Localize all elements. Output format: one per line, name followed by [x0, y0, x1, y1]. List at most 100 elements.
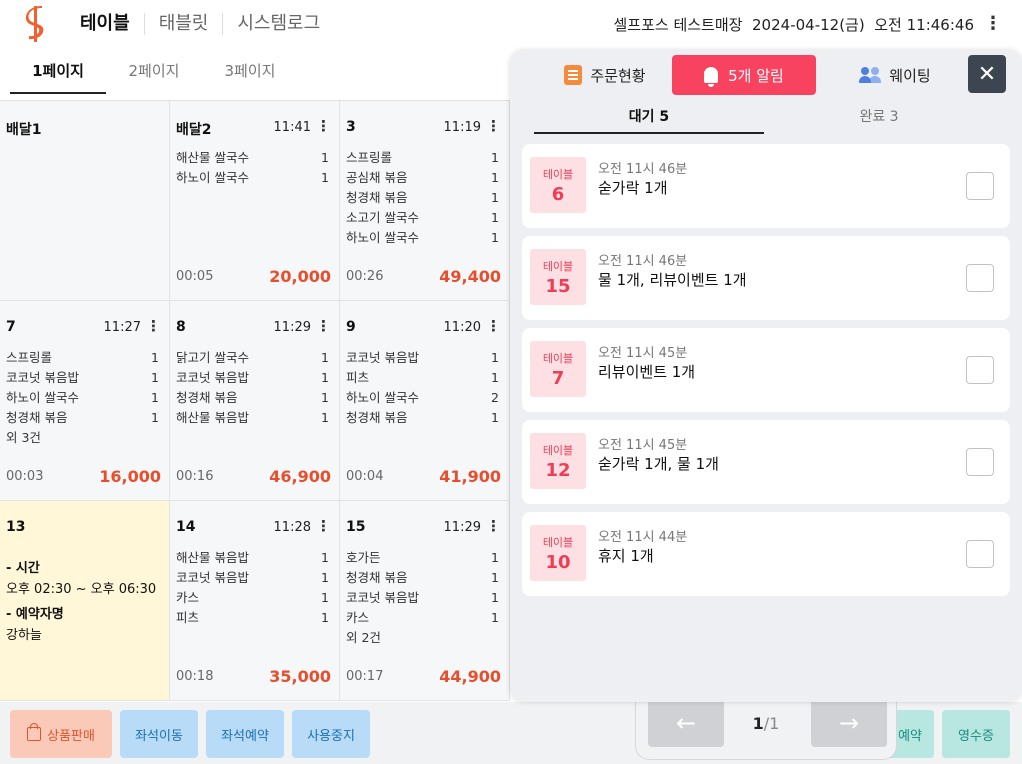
close-panel-button[interactable]: ✕ — [968, 55, 1006, 93]
table-cell[interactable]: 15 11:29 ⋮ 호가든 1 청경채 볶음 1 코코넛 볶음밥 1 카스 1 외 2… — [340, 501, 510, 701]
complete-checkbox[interactable] — [966, 448, 994, 476]
order-items: 스프링롤 1 코코넛 볶음밥 1 하노이 쌀국수 1 청경채 볶음 1 외 3건 — [6, 348, 159, 448]
more-vertical-icon[interactable]: ⋮ — [486, 517, 501, 535]
list-item: 피츠 1 — [176, 610, 329, 625]
alert-list: 테이블 6 오전 11시 46분 숟가락 1개 테이블 15 오전 11시 46… — [522, 144, 1010, 604]
list-item: 호가든 1 — [346, 550, 499, 565]
elapsed-time: 00:26 — [346, 269, 384, 284]
alert-request: 물 1개, 리뷰이벤트 1개 — [598, 271, 747, 289]
disable-seat-button[interactable]: 사용중지 — [292, 710, 370, 758]
order-total: 49,400 — [439, 267, 501, 286]
table-cell[interactable]: 배달2 11:41 ⋮ 해산물 쌀국수 1 하노이 쌀국수 1 00:05 20,0… — [170, 101, 340, 301]
table-cell-reserved[interactable]: 13 - 시간 오후 02:30 ~ 오후 06:30 - 예약자명 강하늘 — [0, 501, 170, 701]
more-vertical-icon[interactable]: ⋮ — [486, 117, 501, 135]
arrow-right-icon: → — [838, 709, 860, 737]
list-item: 소고기 쌀국수 1 — [346, 210, 499, 225]
alert-item[interactable]: 테이블 15 오전 11시 46분 물 1개, 리뷰이벤트 1개 — [522, 236, 1010, 320]
nav-system-log[interactable]: 시스템로그 — [223, 12, 334, 36]
table-badge: 테이블 6 — [530, 157, 586, 213]
order-total: 44,900 — [439, 667, 501, 686]
list-item: 청경채 볶음 1 — [346, 570, 499, 585]
list-item: 청경채 볶음 1 — [6, 410, 159, 425]
list-item: 하노이 쌀국수 1 — [346, 230, 499, 245]
tab-waiting[interactable]: 웨이팅 — [830, 55, 960, 95]
alert-item[interactable]: 테이블 12 오전 11시 45분 숟가락 1개, 물 1개 — [522, 420, 1010, 504]
table-cell[interactable]: 3 11:19 ⋮ 스프링롤 1 공심채 볶음 1 청경채 볶음 1 소고기 쌀국수 1… — [340, 101, 510, 301]
list-item: 코코넛 볶음밥 1 — [346, 350, 499, 365]
clipboard-icon — [564, 65, 583, 85]
users-icon — [859, 67, 881, 83]
alert-request: 휴지 1개 — [598, 547, 654, 565]
move-seat-button[interactable]: 좌석이동 — [120, 710, 198, 758]
elapsed-time: 00:03 — [6, 469, 44, 484]
reservation-time-label: - 시간 — [6, 561, 40, 576]
order-time: 11:19 — [443, 120, 481, 135]
table-cell[interactable]: 배달1 — [0, 101, 170, 301]
list-item: 카스 1 — [176, 590, 329, 605]
nav-tablets[interactable]: 태블릿 — [145, 12, 223, 36]
next-page-button[interactable]: → — [811, 699, 887, 747]
table-badge: 테이블 7 — [530, 341, 586, 397]
tab-page-3[interactable]: 3페이지 — [202, 50, 298, 94]
more-vertical-icon[interactable]: ⋮ — [486, 317, 501, 335]
nav-tables[interactable]: 테이블 — [80, 12, 144, 36]
more-vertical-icon[interactable]: ⋮ — [146, 317, 161, 335]
complete-checkbox[interactable] — [966, 356, 994, 384]
selfpos-logo-icon — [25, 6, 44, 42]
complete-checkbox[interactable] — [966, 172, 994, 200]
close-icon: ✕ — [977, 61, 997, 87]
more-vertical-icon[interactable]: ⋮ — [984, 12, 1002, 36]
complete-checkbox[interactable] — [966, 540, 994, 568]
alert-time: 오전 11시 46분 — [598, 254, 688, 269]
table-cell[interactable]: 8 11:29 ⋮ 닭고기 쌀국수 1 코코넛 볶음밥 1 청경채 볶음 1 해산물 … — [170, 301, 340, 501]
reservation-name: 강하늘 — [6, 628, 42, 643]
tab-completed[interactable]: 완료 3 — [764, 106, 994, 134]
table-badge: 테이블 10 — [530, 525, 586, 581]
alert-item[interactable]: 테이블 10 오전 11시 44분 휴지 1개 — [522, 512, 1010, 596]
elapsed-time: 00:05 — [176, 269, 214, 284]
order-total: 41,900 — [439, 467, 501, 486]
tab-pending[interactable]: 대기 5 — [534, 106, 764, 134]
tab-alerts[interactable]: 5개 알림 — [672, 55, 816, 95]
tab-order-status[interactable]: 주문현황 — [540, 55, 670, 95]
table-badge: 테이블 15 — [530, 249, 586, 305]
more-vertical-icon[interactable]: ⋮ — [316, 317, 331, 335]
complete-checkbox[interactable] — [966, 264, 994, 292]
bell-icon — [704, 67, 719, 87]
tab-page-2[interactable]: 2페이지 — [106, 50, 202, 94]
sell-product-button[interactable]: 상품판매 — [10, 710, 112, 758]
table-cell[interactable]: 14 11:28 ⋮ 해산물 볶음밥 1 코코넛 볶음밥 1 카스 1 피츠 1 00:… — [170, 501, 340, 701]
receipt-button[interactable]: 영수증 — [942, 710, 1010, 758]
elapsed-time: 00:18 — [176, 669, 214, 684]
store-datetime: 셀프포스 테스트매장 2024-04-12(금) 오전 11:46:46 — [613, 14, 974, 35]
order-total: 20,000 — [269, 267, 331, 286]
table-name: 15 — [346, 519, 366, 535]
elapsed-time: 00:16 — [176, 469, 214, 484]
tab-page-1[interactable]: 1페이지 — [10, 50, 106, 94]
list-item: 카스 1 — [346, 610, 499, 625]
order-time: 11:27 — [103, 320, 141, 335]
list-item: 닭고기 쌀국수 1 — [176, 350, 329, 365]
list-item: 하노이 쌀국수 1 — [176, 170, 329, 185]
list-item: 청경채 볶음 1 — [176, 390, 329, 405]
order-time: 11:28 — [273, 520, 311, 535]
table-cell[interactable]: 9 11:20 ⋮ 코코넛 볶음밥 1 피츠 1 하노이 쌀국수 2 청경채 볶음 1 … — [340, 301, 510, 501]
more-vertical-icon[interactable]: ⋮ — [316, 517, 331, 535]
order-time: 11:20 — [443, 320, 481, 335]
table-name: 14 — [176, 519, 196, 535]
list-item: 하노이 쌀국수 1 — [6, 390, 159, 405]
list-item: 코코넛 볶음밥 1 — [176, 370, 329, 385]
elapsed-time: 00:17 — [346, 669, 384, 684]
alert-item[interactable]: 테이블 7 오전 11시 45분 리뷰이벤트 1개 — [522, 328, 1010, 412]
alert-subtabs: 대기 5 완료 3 — [534, 106, 994, 134]
alert-item[interactable]: 테이블 6 오전 11시 46분 숟가락 1개 — [522, 144, 1010, 228]
table-badge: 테이블 12 — [530, 433, 586, 489]
list-item: 코코넛 볶음밥 1 — [176, 570, 329, 585]
list-item: 청경채 볶음 1 — [346, 190, 499, 205]
app-header: 테이블 태블릿 시스템로그 셀프포스 테스트매장 2024-04-12(금) 오… — [0, 0, 1022, 48]
extra-items-count: 외 3건 — [6, 430, 41, 445]
table-cell[interactable]: 7 11:27 ⋮ 스프링롤 1 코코넛 볶음밥 1 하노이 쌀국수 1 청경채 볶음… — [0, 301, 170, 501]
reservation-time: 오후 02:30 ~ 오후 06:30 — [6, 582, 157, 597]
more-vertical-icon[interactable]: ⋮ — [316, 117, 331, 135]
reserve-seat-button[interactable]: 좌석예약 — [206, 710, 284, 758]
